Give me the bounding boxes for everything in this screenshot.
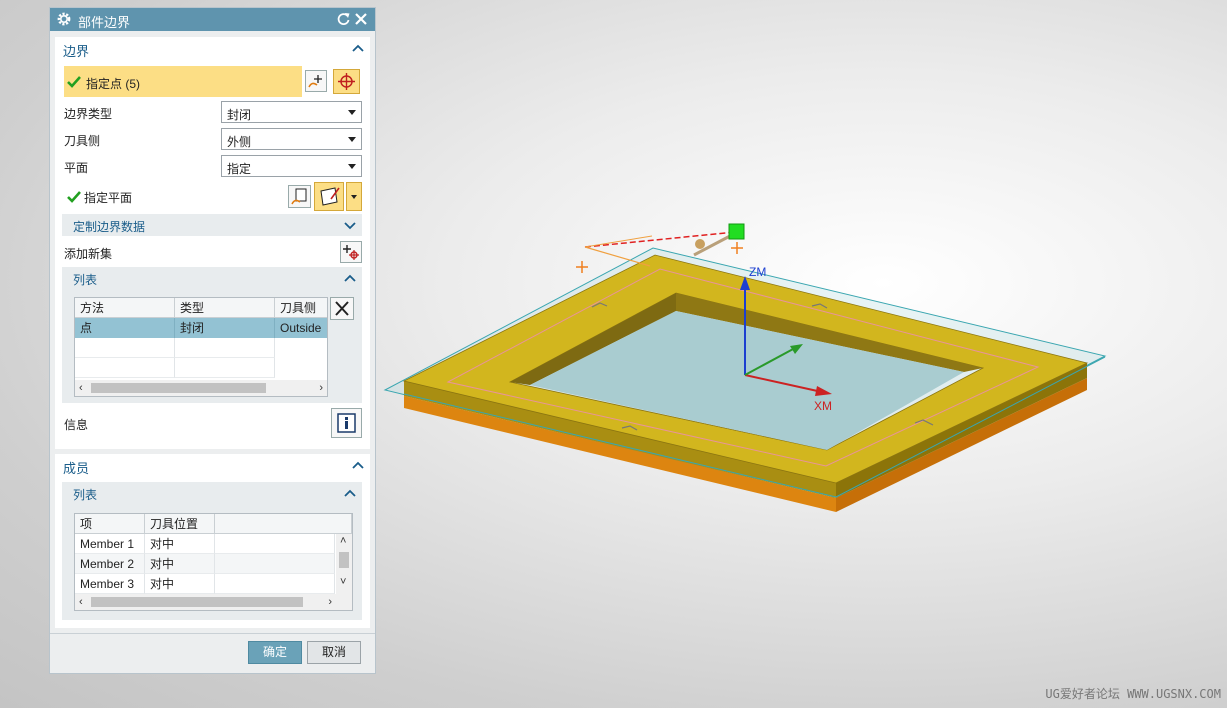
scroll-right-icon[interactable]: › (328, 596, 332, 608)
boundary-list-table[interactable]: 方法 类型 刀具侧 点 封闭 Outside ‹ › (74, 297, 328, 397)
plane-icon (320, 187, 340, 206)
boundary-type-label: 边界类型 (64, 107, 113, 121)
scroll-down-icon[interactable]: ˅ (340, 576, 346, 588)
boundary-group-header[interactable]: 边界 (55, 37, 370, 59)
tool-side-label: 刀具侧 (64, 134, 101, 148)
check-icon (67, 76, 81, 88)
cancel-button[interactable]: 取消 (307, 641, 361, 664)
scroll-up-icon[interactable]: ˄ (340, 535, 346, 547)
info-button[interactable] (331, 408, 362, 438)
plane-options-dropdown[interactable] (346, 182, 362, 211)
members-list-title: 列表 (73, 488, 98, 502)
col-header-item[interactable]: 项 (75, 514, 145, 534)
scroll-left-icon[interactable]: ‹ (79, 382, 83, 394)
table-cell[interactable]: 封闭 (175, 318, 275, 338)
point-dialog-icon (308, 75, 322, 88)
close-icon[interactable] (353, 11, 369, 27)
specify-plane-label: 指定平面 (84, 191, 133, 205)
table-cell[interactable]: 对中 (145, 574, 215, 594)
plane-constructor-button[interactable] (314, 182, 344, 211)
horizontal-scrollbar[interactable]: ‹ › (75, 594, 352, 610)
dialog-titlebar[interactable]: 部件边界 (50, 8, 375, 31)
list-section-title: 列表 (73, 273, 98, 287)
scrollbar-thumb[interactable] (91, 383, 266, 393)
boundary-type-select[interactable]: 封闭 (221, 101, 362, 123)
tool-side-select[interactable]: 外侧 (221, 128, 362, 150)
col-header-method[interactable]: 方法 (75, 298, 175, 318)
xm-label: XM (814, 399, 832, 413)
plane-label: 平面 (64, 161, 89, 175)
members-group-header[interactable]: 成员 (55, 454, 370, 476)
watermark: UG爱好者论坛 WWW.UGSNX.COM (1045, 687, 1221, 701)
chevron-up-icon[interactable] (344, 273, 356, 283)
dropdown-arrow-icon (348, 164, 356, 169)
table-cell[interactable]: 点 (75, 318, 175, 338)
scrollbar-thumb[interactable] (339, 552, 349, 568)
plane-dialog-button[interactable] (288, 185, 311, 208)
tool-side-value: 外侧 (227, 135, 252, 149)
table-cell (175, 358, 275, 378)
specify-points-row[interactable]: 指定点 (5) (64, 66, 302, 97)
col-header-empty (215, 514, 352, 534)
table-cell[interactable]: 对中 (145, 554, 215, 574)
add-new-set-label: 添加新集 (64, 247, 113, 261)
table-cell (75, 338, 175, 358)
table-cell (215, 574, 335, 594)
specify-points-label: 指定点 (5) (86, 77, 141, 91)
plane-value: 指定 (227, 162, 252, 176)
table-cell (175, 338, 275, 358)
custom-boundary-data-header[interactable]: 定制边界数据 (62, 214, 362, 236)
horizontal-scrollbar[interactable]: ‹ › (75, 380, 327, 396)
divider (50, 633, 375, 634)
chevron-up-icon[interactable] (344, 488, 356, 498)
plane-dialog-icon (291, 188, 307, 205)
boundary-group-title: 边界 (63, 44, 90, 59)
chevron-down-icon[interactable] (344, 220, 356, 230)
custom-boundary-data-label: 定制边界数据 (73, 220, 146, 234)
point-dialog-button[interactable] (305, 70, 327, 92)
remove-button[interactable] (330, 297, 354, 320)
table-cell[interactable]: Outside (275, 318, 327, 338)
chevron-up-icon[interactable] (352, 460, 364, 470)
members-table[interactable]: 项 刀具位置 Member 1 对中 Member 2 对中 Member 3 … (74, 513, 353, 611)
part-boundary-dialog: 部件边界 边界 指定点 (5) 边界类型 封闭 刀具侧 外侧 平面 指定 指定平… (49, 7, 376, 674)
zm-label: ZM (749, 265, 766, 279)
reset-icon[interactable] (336, 11, 351, 27)
list-section-header[interactable]: 列表 (62, 267, 362, 289)
col-header-tool-side[interactable]: 刀具侧 (275, 298, 327, 318)
table-cell[interactable]: Member 1 (75, 534, 145, 554)
members-list-header[interactable]: 列表 (62, 482, 362, 504)
col-header-type[interactable]: 类型 (175, 298, 275, 318)
col-header-tool-position[interactable]: 刀具位置 (145, 514, 215, 534)
ok-button[interactable]: 确定 (248, 641, 302, 664)
plane-select[interactable]: 指定 (221, 155, 362, 177)
table-cell[interactable]: Member 3 (75, 574, 145, 594)
info-label: 信息 (64, 418, 89, 432)
add-set-icon (343, 245, 359, 260)
info-icon (337, 413, 356, 433)
members-group-title: 成员 (63, 461, 90, 476)
table-cell[interactable]: Member 2 (75, 554, 145, 574)
boundary-type-value: 封闭 (227, 108, 252, 122)
crosshair-icon (338, 73, 355, 90)
delete-icon (335, 301, 349, 316)
dropdown-arrow-icon (348, 137, 356, 142)
chevron-up-icon[interactable] (352, 43, 364, 53)
scroll-left-icon[interactable]: ‹ (79, 596, 83, 608)
dialog-title: 部件边界 (78, 15, 131, 30)
scrollbar-thumb[interactable] (91, 597, 303, 607)
table-cell (215, 554, 335, 574)
table-cell[interactable]: 对中 (145, 534, 215, 554)
table-cell (75, 358, 175, 378)
dropdown-arrow-icon (348, 110, 356, 115)
scroll-right-icon[interactable]: › (319, 382, 323, 394)
check-icon (67, 191, 81, 203)
table-cell (215, 534, 335, 554)
add-new-set-button[interactable] (340, 241, 362, 263)
vertical-scrollbar[interactable]: ˄ ˅ (336, 534, 352, 594)
point-constructor-button[interactable] (333, 69, 360, 94)
gear-icon (57, 12, 71, 26)
dropdown-arrow-icon (351, 195, 357, 199)
